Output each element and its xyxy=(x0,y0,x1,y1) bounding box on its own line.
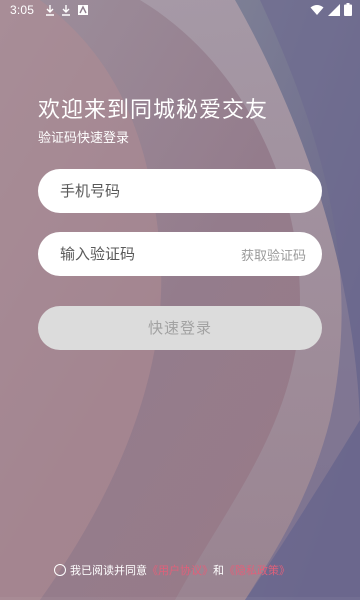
code-input[interactable] xyxy=(60,232,220,276)
download-icon xyxy=(46,5,54,16)
agreement-prefix: 我已阅读并同意 xyxy=(70,564,147,577)
wifi-icon xyxy=(310,4,324,15)
login-button[interactable]: 快速登录 xyxy=(38,306,322,350)
agree-checkbox[interactable] xyxy=(54,564,66,576)
phone-field[interactable] xyxy=(38,169,322,213)
get-code-button[interactable]: 获取验证码 xyxy=(241,245,306,264)
page-subtitle: 验证码快速登录 xyxy=(38,131,130,146)
status-right xyxy=(310,3,352,16)
agreement-conjunction: 和 xyxy=(213,564,224,577)
status-time: 3:05 xyxy=(10,3,35,17)
phone-input[interactable] xyxy=(60,169,300,213)
agreement: 我已阅读并同意 《用户协议》 和 《隐私政策》 xyxy=(54,562,290,578)
privacy-policy-link[interactable]: 《隐私政策》 xyxy=(224,562,290,578)
status-bar: 3:05 xyxy=(0,0,360,22)
page-title: 欢迎来到同城秘爱交友 xyxy=(38,98,269,123)
code-field[interactable]: 获取验证码 xyxy=(38,232,322,276)
download-icon xyxy=(62,5,70,16)
background xyxy=(0,0,360,600)
battery-icon xyxy=(344,3,352,16)
app-icon xyxy=(78,5,88,15)
signal-icon xyxy=(328,3,340,16)
user-agreement-link[interactable]: 《用户协议》 xyxy=(147,562,213,578)
